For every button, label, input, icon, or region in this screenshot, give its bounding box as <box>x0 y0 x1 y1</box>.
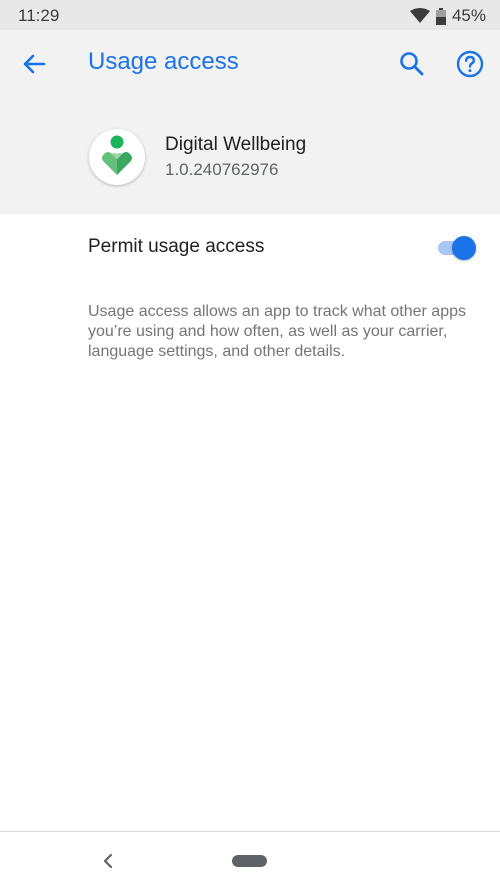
app-name: Digital Wellbeing <box>165 134 307 155</box>
status-time: 11:29 <box>18 6 60 25</box>
permit-usage-access-label: Permit usage access <box>88 236 265 257</box>
wifi-icon <box>409 8 430 23</box>
page-title: Usage access <box>88 48 239 75</box>
digital-wellbeing-icon <box>89 129 145 185</box>
status-bar: 11:29 45% <box>0 0 500 30</box>
navigation-bar <box>0 831 500 889</box>
permit-usage-access-row[interactable]: Permit usage access <box>0 214 500 282</box>
permit-usage-access-toggle[interactable] <box>436 236 476 260</box>
battery-percent: 45% <box>451 6 486 25</box>
toggle-thumb <box>452 236 476 260</box>
battery-icon <box>435 7 446 25</box>
nav-home-pill[interactable] <box>232 855 267 867</box>
search-icon[interactable] <box>398 50 426 78</box>
app-bar: Usage access <box>0 30 500 96</box>
help-icon[interactable] <box>456 50 484 78</box>
back-arrow-icon[interactable] <box>20 50 48 78</box>
nav-back-icon[interactable] <box>100 852 116 870</box>
header: Usage access Digital Wellbeing 1.0.24076… <box>0 30 500 214</box>
status-icons: 45% <box>409 6 486 26</box>
app-version: 1.0.240762976 <box>165 160 279 179</box>
usage-access-description: Usage access allows an app to track what… <box>88 303 466 360</box>
